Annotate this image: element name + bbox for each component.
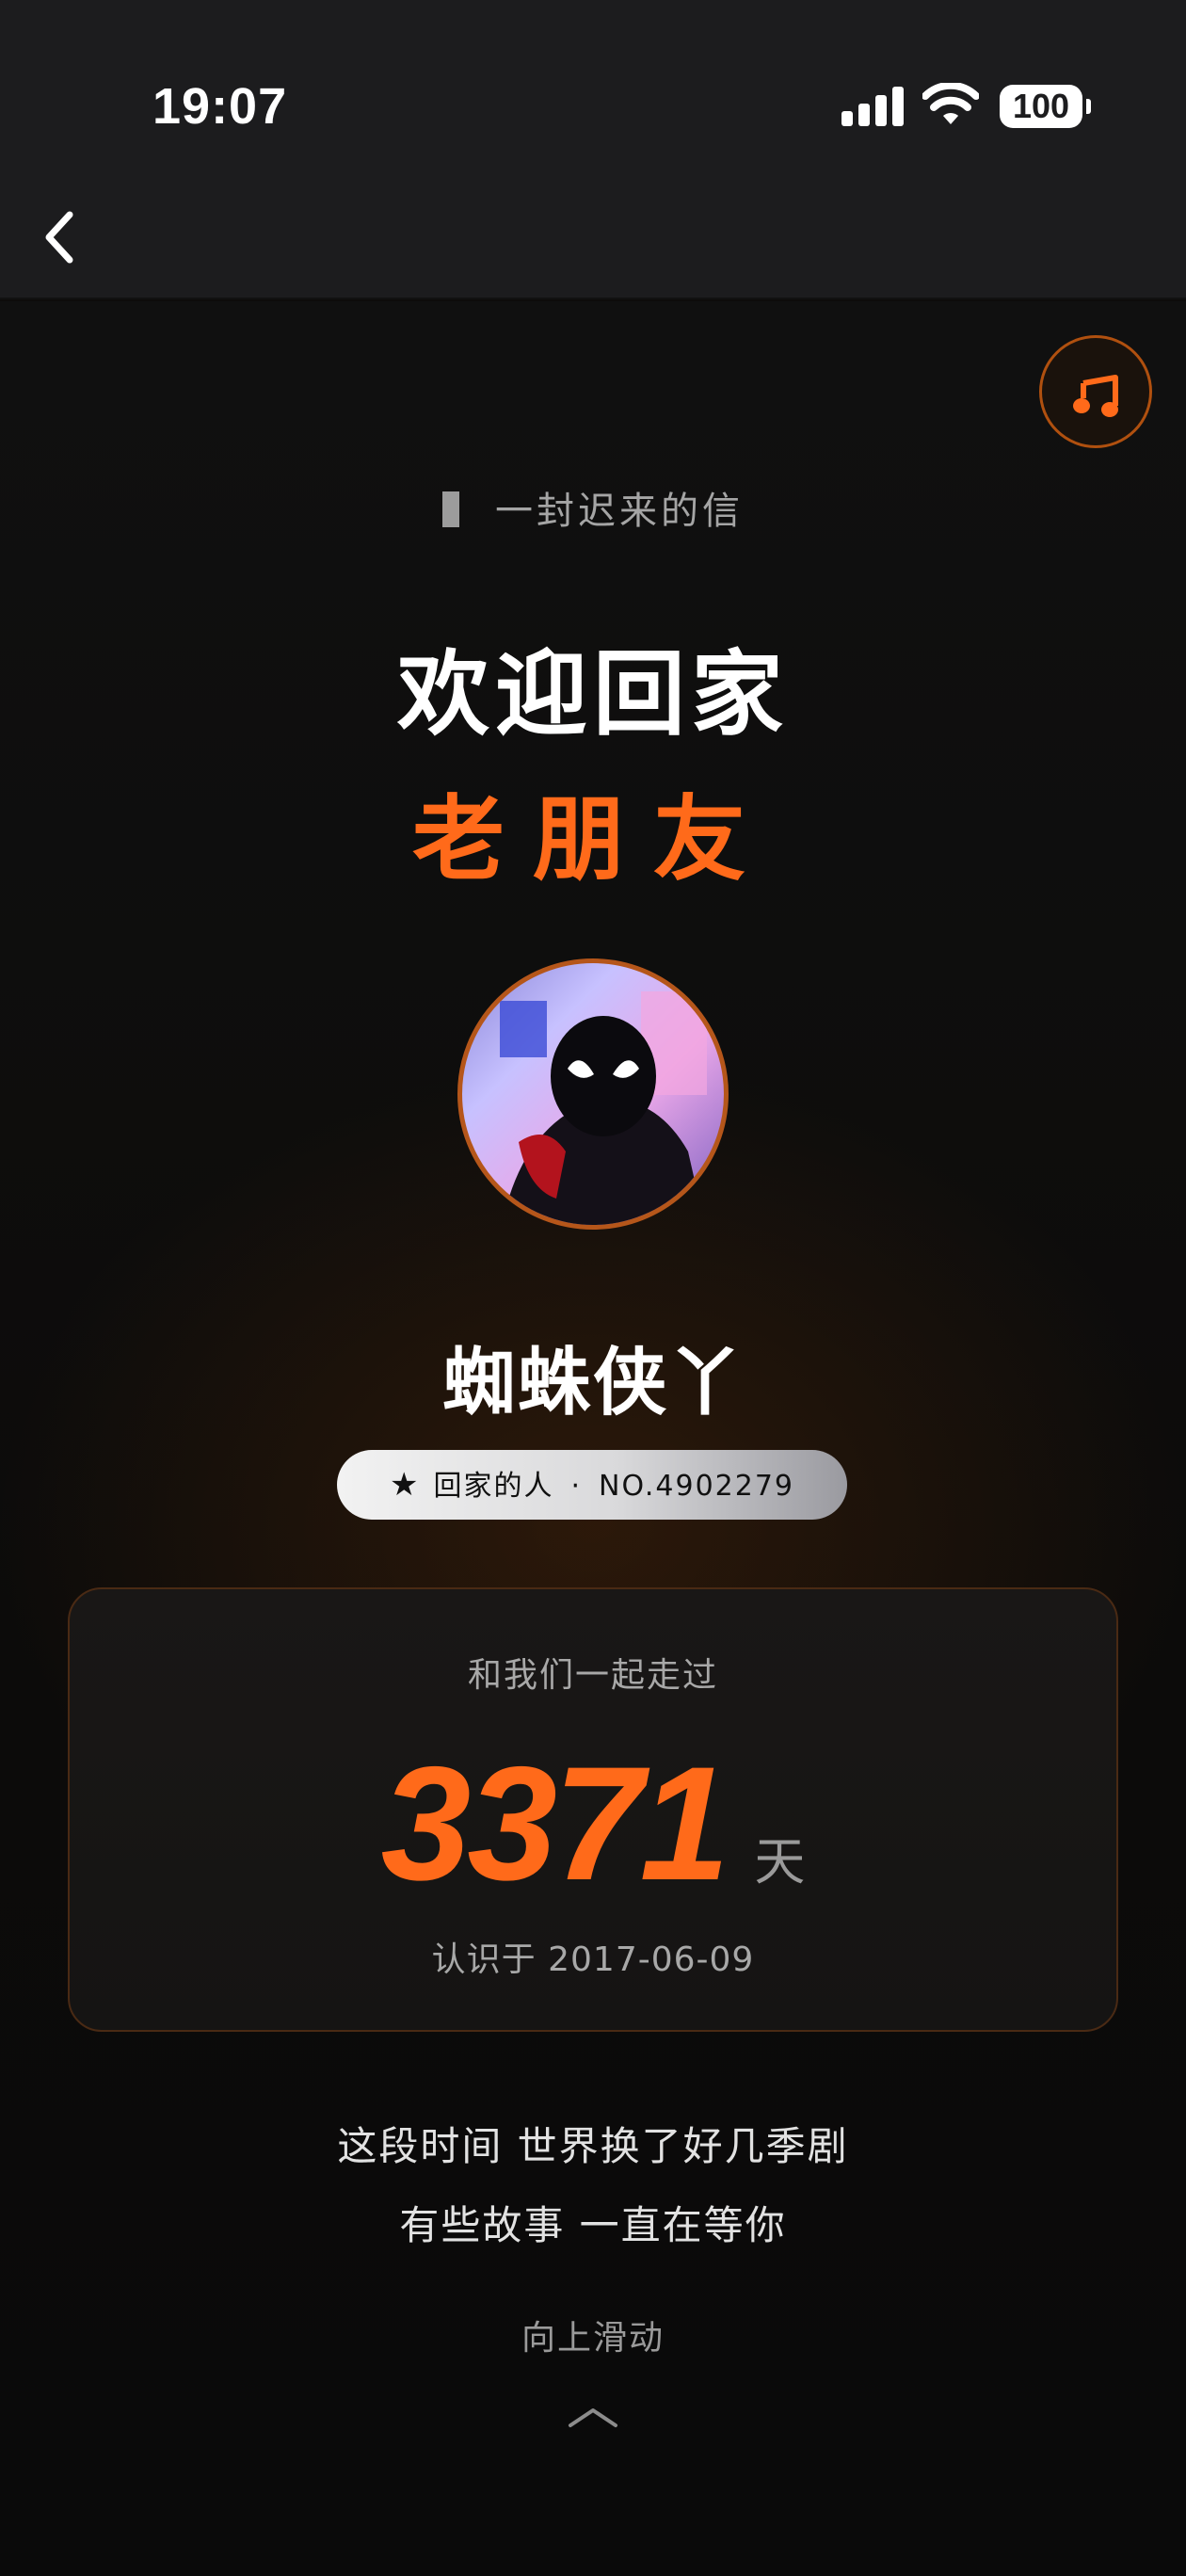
letter-eyebrow: 一封迟来的信 (0, 480, 1186, 535)
status-time: 19:07 (152, 78, 288, 135)
chevron-up-icon (569, 2408, 617, 2427)
since-date: 认识于 2017-06-09 (431, 1940, 755, 1979)
eyebrow-text: 一封迟来的信 (495, 490, 744, 533)
star-icon: ★ (389, 1466, 421, 1504)
message-line-1: 这段时间 世界换了好几季剧 (337, 2123, 849, 2169)
member-badge: ★ 回家的人 · NO.4902279 (337, 1450, 847, 1520)
music-note-icon (1073, 375, 1118, 417)
badge-number: NO.4902279 (599, 1470, 794, 1503)
avatar-image (500, 991, 707, 1225)
top-bar: 19:07 100 (0, 0, 1186, 299)
days-unit: 天 (754, 1832, 806, 1892)
signal-icon (841, 87, 904, 126)
days-row: 3371 天 (70, 1731, 1116, 1917)
badge-separator: · (570, 1470, 583, 1503)
swipe-up-button[interactable] (565, 2403, 621, 2431)
welcome-title: 欢迎回家 (396, 641, 789, 749)
eyebrow-bar (442, 491, 459, 527)
chevron-left-icon (45, 211, 73, 264)
music-toggle-button[interactable] (1039, 335, 1152, 448)
days-together-card: 和我们一起走过 3371 天 认识于 2017-06-09 (68, 1587, 1118, 2032)
avatar (457, 958, 729, 1230)
days-count: 3371 (380, 1733, 730, 1914)
badge-label: 回家的人 (433, 1470, 554, 1503)
wifi-icon (922, 83, 979, 124)
battery-icon: 100 (1000, 85, 1091, 128)
old-friend-subtitle: 老朋友 (411, 786, 774, 894)
user-nickname: 蜘蛛侠丫 (441, 1341, 744, 1425)
days-label: 和我们一起走过 (467, 1656, 718, 1695)
back-button[interactable] (34, 203, 90, 271)
swipe-up-hint: 向上滑动 (521, 2319, 665, 2358)
message-line-2: 有些故事 一直在等你 (399, 2202, 787, 2248)
